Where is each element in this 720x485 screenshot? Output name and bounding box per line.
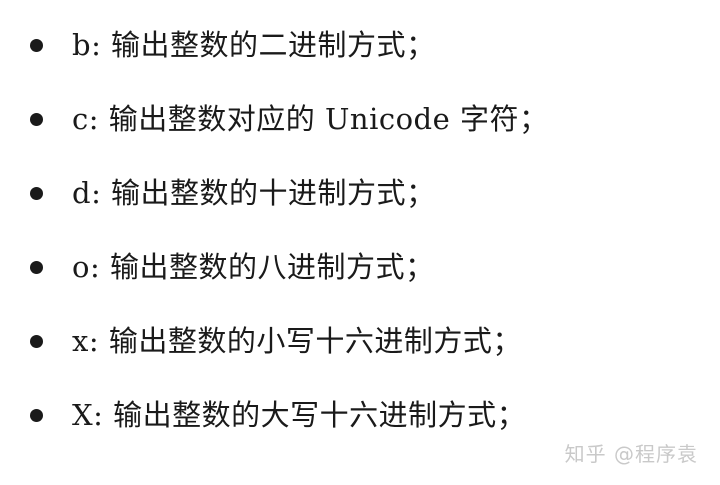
list-item-text: X: 输出整数的大写十六进制方式； bbox=[72, 398, 527, 432]
list-item-x: x: 输出整数的小写十六进制方式； bbox=[30, 321, 522, 361]
list-item-c: c: 输出整数对应的 Unicode 字符； bbox=[30, 99, 549, 139]
bullet-dot bbox=[30, 186, 43, 200]
list-item-b: b: 输出整数的二进制方式； bbox=[30, 25, 436, 65]
list-item-text: d: 输出整数的十进制方式； bbox=[72, 176, 436, 210]
bullet-dot bbox=[30, 334, 43, 348]
watermark: 知乎 @程序袁 bbox=[564, 442, 698, 466]
list-item-d: d: 输出整数的十进制方式； bbox=[30, 173, 436, 213]
list-item-text: o: 输出整数的八进制方式； bbox=[72, 250, 435, 284]
list-item-o: o: 输出整数的八进制方式； bbox=[30, 247, 434, 287]
bullet-dot bbox=[30, 260, 43, 274]
bullet-dot bbox=[30, 38, 43, 52]
list-item-text: b: 输出整数的二进制方式； bbox=[72, 28, 436, 62]
bullet-dot bbox=[30, 112, 43, 126]
list-item-text: c: 输出整数对应的 Unicode 字符； bbox=[72, 102, 549, 136]
bullet-dot bbox=[30, 408, 43, 422]
list-item-text: x: 输出整数的小写十六进制方式； bbox=[72, 324, 522, 358]
list-item-X: X: 输出整数的大写十六进制方式； bbox=[30, 395, 526, 435]
